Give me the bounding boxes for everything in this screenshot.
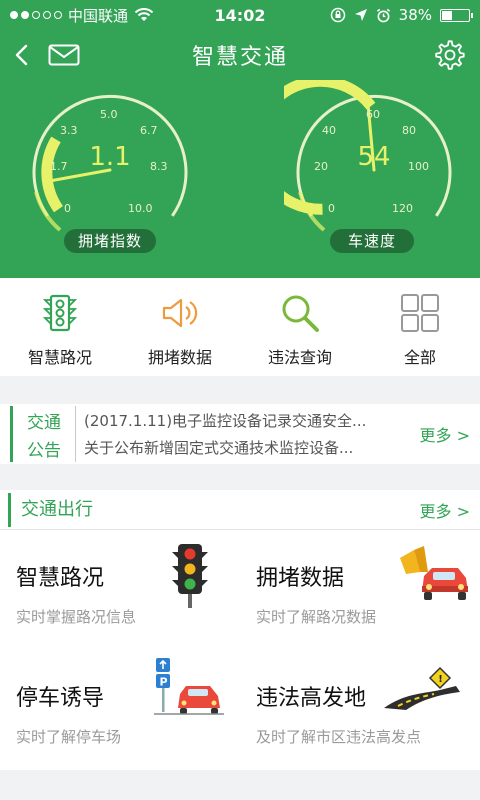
gauge-tick: 120: [392, 202, 413, 215]
congestion-label: 拥堵指数: [64, 229, 156, 253]
notice-line[interactable]: 关于公布新增固定式交通技术监控设备...: [84, 437, 420, 458]
travel-section-header: 交通出行 更多 >: [0, 490, 480, 530]
gauge-tick: 0: [64, 202, 71, 215]
traffic-light-icon: [172, 544, 208, 608]
card-subtitle: 及时了解市区违法高发点: [256, 728, 422, 746]
card-subtitle: 实时掌握路况信息: [16, 608, 137, 626]
settings-gear-icon[interactable]: [434, 39, 466, 71]
svg-text:!: !: [438, 674, 443, 685]
card-parking-guide[interactable]: 停车诱导 实时了解停车场 P: [0, 650, 240, 770]
menu-item-traffic[interactable]: 智慧路况: [0, 278, 120, 376]
alarm-icon: [376, 8, 390, 22]
status-bar: 中国联通 14:02 38%: [0, 0, 480, 30]
svg-text:P: P: [160, 676, 168, 689]
battery-percent: 38%: [398, 6, 432, 24]
back-icon[interactable]: [14, 43, 30, 67]
travel-section-title: 交通出行: [8, 492, 93, 527]
grid-icon: [401, 294, 439, 332]
gauge-tick: 6.7: [140, 124, 158, 137]
gauge-tick: 0: [328, 202, 335, 215]
notice-more-link[interactable]: 更多 >: [420, 422, 480, 446]
notice-bar[interactable]: 交通 公告 (2017.1.11)电子监控设备记录交通安全... 关于公布新增固…: [0, 404, 480, 464]
travel-more-link[interactable]: 更多 >: [420, 498, 480, 522]
menu-label: 智慧路况: [27, 348, 92, 367]
gauge-tick: 10.0: [128, 202, 153, 215]
card-congestion-data[interactable]: 拥堵数据 实时了解路况数据: [240, 530, 480, 650]
speed-gauge: 0 20 40 60 80 100 120 54 车速度: [250, 75, 464, 260]
card-subtitle: 实时了解停车场: [16, 728, 122, 746]
speed-value: 54: [357, 142, 391, 172]
search-icon: [282, 295, 319, 332]
gauge-tick: 80: [402, 124, 416, 137]
gauges-area: 0 1.7 3.3 5.0 6.7 8.3 10.0 1.1 拥堵指数 0 20…: [0, 75, 480, 278]
gauge-tick: 3.3: [60, 124, 78, 137]
menu-label: 违法查询: [267, 348, 332, 367]
menu-label: 全部: [403, 348, 436, 367]
signal-icon: [10, 11, 62, 19]
nav-bar: 智慧交通: [0, 30, 480, 80]
gauge-tick: 5.0: [100, 108, 118, 121]
quick-menu: 智慧路况 拥堵数据 违法查询 全部: [0, 278, 480, 376]
card-smart-traffic[interactable]: 智慧路况 实时掌握路况信息: [0, 530, 240, 650]
header-panel: 中国联通 14:02 38% 智慧交通 0 1.7 3.3 5.0 6.7 8.…: [0, 0, 480, 278]
gauge-tick: 40: [322, 124, 336, 137]
notice-line[interactable]: (2017.1.11)电子监控设备记录交通安全...: [84, 410, 420, 431]
card-subtitle: 实时了解路况数据: [256, 608, 377, 626]
battery-icon: [440, 8, 473, 22]
wifi-icon: [134, 8, 154, 21]
notice-tag: 交通 公告: [10, 406, 76, 462]
travel-cards: 智慧路况 实时掌握路况信息 拥堵数据 实时了解路况数据 停车诱导 实时了解停车场: [0, 530, 480, 770]
gauge-tick: 60: [366, 108, 380, 121]
card-violation-hotspot[interactable]: 违法高发地 及时了解市区违法高发点 !: [240, 650, 480, 770]
location-icon: [354, 9, 367, 21]
traffic-light-icon: [42, 294, 78, 332]
parking-icon: P: [154, 658, 224, 715]
speaker-icon: [162, 298, 198, 328]
notice-lines: (2017.1.11)电子监控设备记录交通安全... 关于公布新增固定式交通技术…: [76, 410, 420, 458]
menu-item-all[interactable]: 全部: [360, 278, 480, 376]
notice-tag-top: 交通: [27, 412, 61, 433]
menu-item-violation[interactable]: 违法查询: [240, 278, 360, 376]
menu-item-congestion[interactable]: 拥堵数据: [120, 278, 240, 376]
warning-road-icon: !: [384, 666, 460, 710]
speed-label: 车速度: [330, 229, 414, 253]
menu-label: 拥堵数据: [147, 348, 212, 367]
congestion-gauge: 0 1.7 3.3 5.0 6.7 8.3 10.0 1.1 拥堵指数: [20, 80, 200, 260]
car-speaker-icon: [400, 546, 468, 600]
mail-icon[interactable]: [48, 44, 80, 66]
congestion-value: 1.1: [89, 142, 131, 172]
rotation-lock-icon: [330, 7, 345, 23]
carrier: 中国联通: [68, 6, 129, 25]
notice-tag-bottom: 公告: [27, 440, 61, 461]
